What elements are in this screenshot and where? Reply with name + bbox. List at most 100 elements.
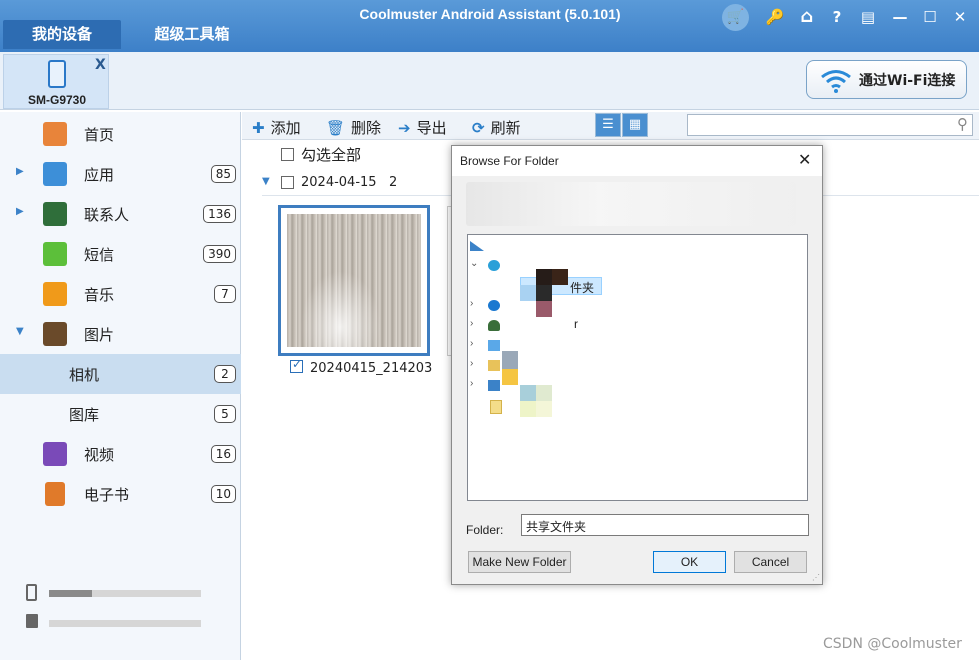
tab-toolbox[interactable]: 超级工具箱 [130,20,254,49]
sms-icon [43,242,67,266]
photo-filename: 20240415_214203 [310,361,433,376]
sidebar-item-home[interactable]: 首页 [0,114,241,154]
sidebar-item-label: 短信 [84,246,115,264]
cancel-button[interactable]: Cancel [734,551,807,573]
blurred-description [466,182,796,226]
sidebar-item-photos[interactable]: ▼ 图片 [0,314,241,354]
redaction-mosaic [502,369,518,385]
sidebar-item-apps[interactable]: ▶ 应用 85 [0,154,241,194]
photo-item-label: 20240415_214203 [290,357,433,376]
refresh-button[interactable]: ⟳ 刷新 [472,117,521,138]
list-view-button[interactable]: ☰ [595,113,621,137]
sidebar-item-camera[interactable]: 相机 2 [0,354,241,394]
group-checkbox[interactable] [281,176,294,189]
select-all-checkbox[interactable]: 勾选全部 [281,144,361,165]
device-tab[interactable]: X SM-G9730 [3,54,109,109]
refresh-label: 刷新 [490,119,521,137]
search-input[interactable]: ⚲ [687,114,973,136]
ebook-icon [45,482,65,506]
count-badge: 85 [210,165,236,183]
device-name: SM-G9730 [27,93,87,107]
home-icon[interactable]: ⌂ [797,6,817,28]
feedback-icon[interactable]: ▤ [858,6,878,28]
count-badge: 136 [203,205,236,223]
sidebar-item-label: 应用 [84,166,115,184]
count-badge: 10 [210,485,236,503]
collapse-arrow-icon[interactable]: ▼ [16,326,24,337]
chevron-down-icon[interactable]: ⌄ [470,258,478,269]
chevron-right-icon[interactable]: › [470,358,473,369]
photo-thumbnail[interactable] [278,205,430,356]
key-icon[interactable]: 🔑 [765,6,785,28]
close-icon[interactable]: ✕ [798,150,811,170]
sidebar-item-sms[interactable]: 短信 390 [0,234,241,274]
redaction-mosaic [536,385,552,401]
checkbox[interactable] [281,148,294,161]
user-icon [488,320,500,331]
make-new-folder-button[interactable]: Make New Folder [468,551,571,573]
add-label: 添加 [270,119,301,137]
collapse-arrow-icon[interactable]: ▼ [262,176,270,187]
sidebar-item-label: 联系人 [84,206,130,224]
storage-bar [49,620,201,627]
expand-arrow-icon[interactable]: ▶ [16,206,24,217]
library-icon [488,360,500,371]
onedrive-icon [488,300,500,311]
sidebar-item-gallery[interactable]: 图库 5 [0,394,241,434]
music-icon [43,282,67,306]
browse-folder-dialog: Browse For Folder ✕ ⌄ 件夹 › › r › › › Fol… [451,145,823,585]
expand-arrow-icon[interactable]: ▶ [16,166,24,177]
app-title: Coolmuster Android Assistant (5.0.101) [359,6,621,22]
video-icon [43,442,67,466]
network-icon [488,380,500,391]
sidebar-item-ebook[interactable]: 电子书 10 [0,474,241,514]
search-icon[interactable]: ⚲ [957,115,968,133]
add-button[interactable]: ✚ 添加 [252,117,301,138]
help-icon[interactable]: ? [828,6,846,28]
redaction-mosaic [536,285,552,301]
refresh-icon: ⟳ [472,119,485,137]
redaction-mosaic [552,269,568,285]
grid-view-button[interactable]: ▦ [622,113,648,137]
close-icon[interactable]: ✕ [950,6,970,28]
sidebar-item-label: 音乐 [84,286,115,304]
storage-bar [49,590,201,597]
cloud-icon [488,260,500,271]
tree-item-label: r [574,317,578,331]
redaction-mosaic [520,401,536,417]
delete-label: 删除 [351,119,382,137]
contacts-icon [43,202,67,226]
tab-my-device[interactable]: 我的设备 [3,20,121,49]
apps-icon [43,162,67,186]
photos-icon [43,322,67,346]
maximize-icon[interactable]: ☐ [920,6,940,28]
sidebar: 首页 ▶ 应用 85 ▶ 联系人 136 短信 390 音乐 7 ▼ 图片 相机… [0,112,241,660]
sidebar-item-contacts[interactable]: ▶ 联系人 136 [0,194,241,234]
delete-button[interactable]: 🗑 删除 [326,117,381,138]
sidebar-item-label: 图片 [84,326,115,344]
count-badge: 2 [214,365,236,383]
device-close-icon[interactable]: X [95,57,106,73]
resize-grip-icon[interactable]: ⋰ [812,573,820,582]
title-bar: 我的设备 超级工具箱 Coolmuster Android Assistant … [0,0,979,52]
dialog-title: Browse For Folder [460,154,559,168]
chevron-right-icon[interactable]: › [470,298,473,309]
sidebar-item-music[interactable]: 音乐 7 [0,274,241,314]
chevron-right-icon[interactable]: › [470,338,473,349]
photo-checkbox[interactable] [290,357,303,373]
chevron-right-icon[interactable]: › [470,378,473,389]
folder-tree[interactable]: ⌄ 件夹 › › r › › › [467,234,808,501]
sidebar-item-label: 视频 [84,446,115,464]
sidebar-item-video[interactable]: 视频 16 [0,434,241,474]
wifi-connect-button[interactable]: 通过Wi-Fi连接 [806,60,967,99]
phone-icon [48,60,66,88]
folder-field[interactable]: 共享文件夹 [521,514,809,536]
chevron-right-icon[interactable]: › [470,318,473,329]
minimize-icon[interactable]: — [890,6,910,28]
ok-button[interactable]: OK [653,551,726,573]
export-button[interactable]: ➔ 导出 [398,117,447,138]
sidebar-item-label: 首页 [84,126,115,144]
storage-fill [49,590,92,597]
folder-label: Folder: [466,523,504,537]
cart-icon[interactable]: 🛒 [722,4,749,31]
